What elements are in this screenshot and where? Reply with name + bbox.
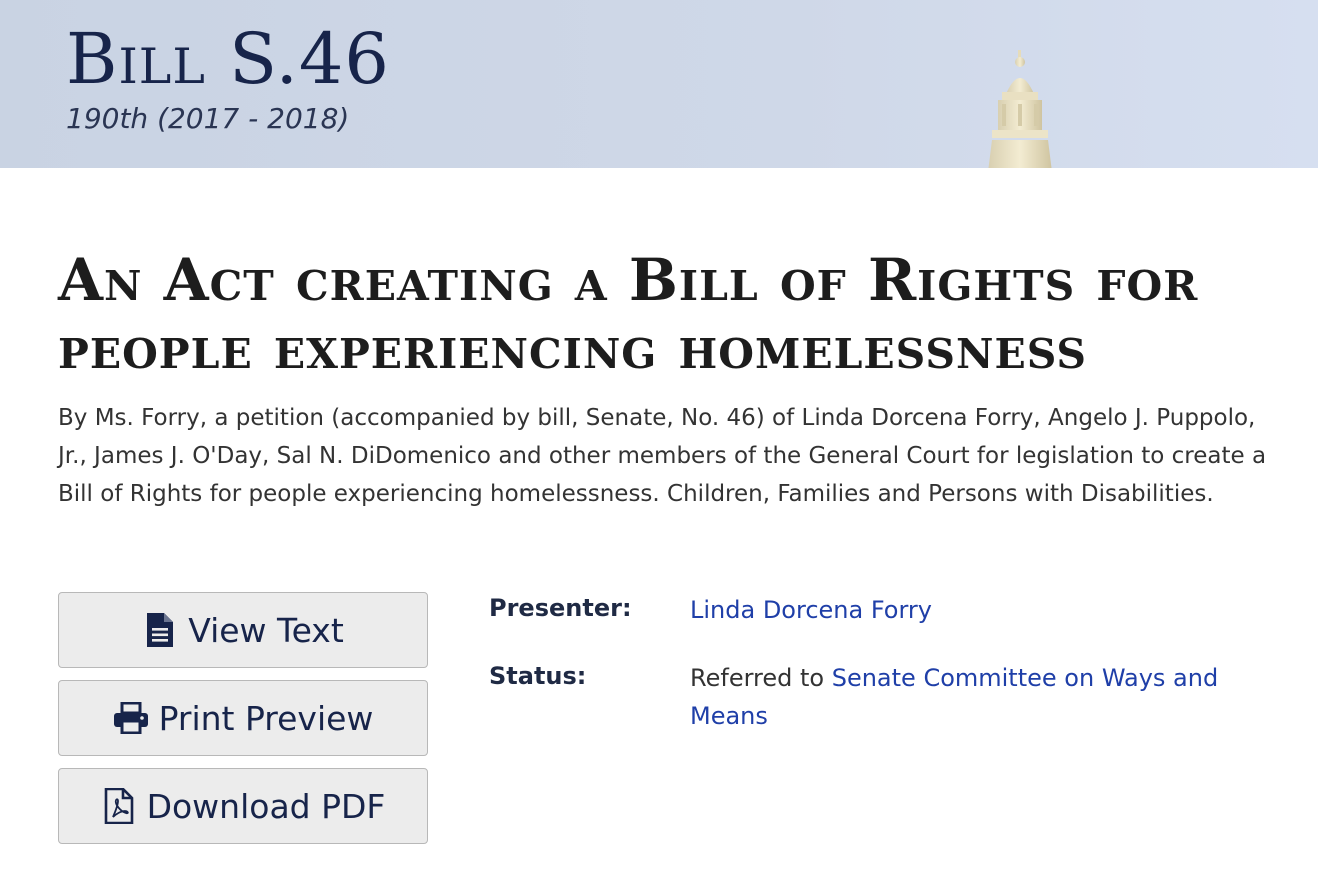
status-label: Status:	[489, 662, 587, 690]
page-banner: Bill S.46 190th (2017 - 2018)	[0, 0, 1318, 168]
session-label: 190th (2017 - 2018)	[66, 102, 350, 135]
print-preview-button[interactable]: Print Preview	[58, 680, 428, 756]
presenter-label: Presenter:	[489, 594, 632, 622]
pdf-file-icon	[101, 788, 137, 824]
view-text-button[interactable]: View Text	[58, 592, 428, 668]
presenter-value: Linda Dorcena Forry	[690, 591, 1280, 629]
print-preview-label: Print Preview	[158, 698, 374, 738]
status-prefix: Referred to	[690, 664, 832, 692]
bill-summary: By Ms. Forry, a petition (accompanied by…	[58, 405, 1267, 507]
download-pdf-button[interactable]: Download PDF	[58, 768, 428, 844]
view-text-label: View Text	[188, 610, 344, 650]
act-title: An Act creating a Bill of Rights for peo…	[58, 246, 1199, 382]
download-pdf-label: Download PDF	[146, 786, 386, 826]
document-icon	[142, 612, 178, 648]
printer-icon	[113, 700, 149, 736]
bill-number-title: Bill S.46	[66, 18, 390, 100]
statehouse-dome-image	[988, 50, 1052, 168]
status-value: Referred to Senate Committee on Ways and…	[690, 659, 1280, 735]
presenter-link[interactable]: Linda Dorcena Forry	[690, 596, 932, 624]
